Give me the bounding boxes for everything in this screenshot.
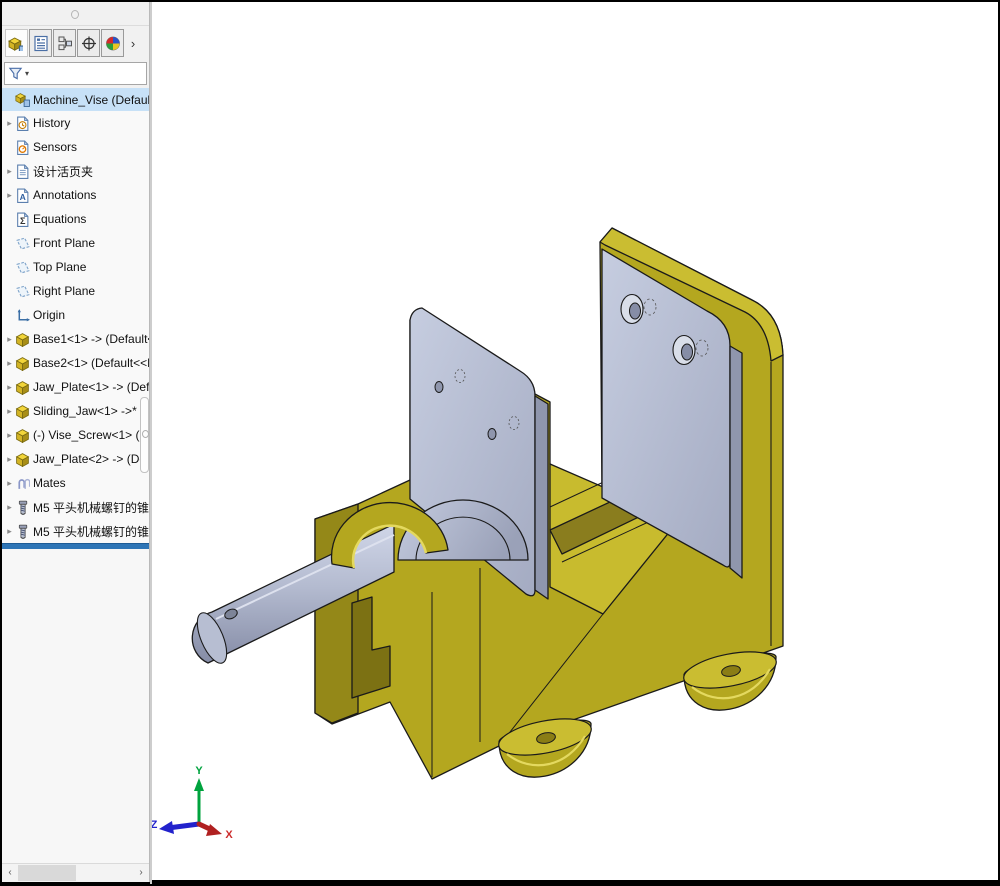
expand-tabs-button[interactable]: › <box>125 29 141 57</box>
tree-item-mates[interactable]: ▸Mates <box>2 471 149 495</box>
sensors-icon <box>15 140 30 155</box>
sidebar-splitter[interactable] <box>150 2 152 884</box>
tree-item-top-plane[interactable]: Top Plane <box>2 255 149 279</box>
tree-item-jaw-plate-2[interactable]: ▸Jaw_Plate<2> -> (Defaul <box>2 447 149 471</box>
scroll-left-button[interactable]: ‹ <box>2 864 18 882</box>
tree-item-design-binder[interactable]: ▸设计活页夹 <box>2 159 149 183</box>
panel-grip-dot[interactable] <box>71 10 79 19</box>
tree-vertical-scrollbar[interactable] <box>140 397 149 473</box>
filter-caret-icon[interactable]: ▾ <box>25 69 29 78</box>
design-binder-icon <box>15 164 30 179</box>
hole-wizard-icon <box>15 524 30 539</box>
scrollbar-knob[interactable] <box>142 430 149 438</box>
part-icon <box>15 404 30 419</box>
tree-item-base1[interactable]: ▸Base1<1> -> (Default<< <box>2 327 149 351</box>
tab-property-manager[interactable] <box>29 29 52 57</box>
feature-manager-panel: › ▾ Machine_Vise (Default<Def ▸History S… <box>2 2 150 882</box>
filter-funnel-icon <box>8 66 23 81</box>
plane-icon <box>15 236 30 251</box>
part-icon <box>15 428 30 443</box>
property-manager-icon <box>33 35 49 52</box>
triad-x-label: X <box>225 829 233 841</box>
configuration-manager-icon <box>57 35 73 52</box>
plane-icon <box>15 284 30 299</box>
scroll-right-button[interactable]: › <box>133 864 149 882</box>
display-manager-icon <box>105 35 121 52</box>
plane-icon <box>15 260 30 275</box>
orientation-triad: Y Z X <box>151 765 234 841</box>
annotations-icon <box>15 188 30 203</box>
tree-item-origin[interactable]: Origin <box>2 303 149 327</box>
tree-item-m5-countersink-2[interactable]: ▸M5 平头机械螺钉的锥形沉 <box>2 519 149 543</box>
mates-icon <box>15 476 30 491</box>
rollback-bar[interactable] <box>2 543 149 549</box>
part-icon <box>15 452 30 467</box>
part-icon <box>15 380 30 395</box>
feature-tree: Machine_Vise (Default<Def ▸History Senso… <box>2 88 149 549</box>
assembly-icon <box>15 92 30 107</box>
tree-item-sliding-jaw[interactable]: ▸Sliding_Jaw<1> ->* (Def <box>2 399 149 423</box>
tree-item-sensors[interactable]: Sensors <box>2 135 149 159</box>
solidworks-window: Y Z X › ▾ <box>0 0 1000 886</box>
expand-tabs-chevron: › <box>131 36 135 51</box>
tree-item-equations[interactable]: Equations <box>2 207 149 231</box>
part-tree-icon <box>8 36 23 51</box>
dimxpert-manager-icon <box>81 35 97 52</box>
filter-row: ▾ <box>2 60 149 88</box>
tree-horizontal-scrollbar[interactable]: ‹ › <box>2 863 149 882</box>
panel-top-strip <box>2 2 149 26</box>
tree-filter-input[interactable]: ▾ <box>4 62 147 85</box>
history-icon <box>15 116 30 131</box>
tree-item-vise-screw[interactable]: ▸(-) Vise_Screw<1> (Defau <box>2 423 149 447</box>
triad-y-label: Y <box>195 765 203 777</box>
manager-tab-bar: › <box>2 26 149 60</box>
origin-icon <box>15 308 30 323</box>
part-icon <box>15 356 30 371</box>
hole-wizard-icon <box>15 500 30 515</box>
tree-item-jaw-plate-1[interactable]: ▸Jaw_Plate<1> -> (Defaul <box>2 375 149 399</box>
tree-item-right-plane[interactable]: Right Plane <box>2 279 149 303</box>
tab-configuration-manager[interactable] <box>53 29 76 57</box>
tab-dimxpert-manager[interactable] <box>77 29 100 57</box>
tree-item-annotations[interactable]: ▸Annotations <box>2 183 149 207</box>
tree-item-base2[interactable]: ▸Base2<1> (Default<<Def <box>2 351 149 375</box>
tab-display-manager[interactable] <box>101 29 124 57</box>
tree-root-machine-vise[interactable]: Machine_Vise (Default<Def <box>2 88 149 111</box>
machine-vise-model[interactable] <box>191 228 783 779</box>
equations-icon <box>15 212 30 227</box>
tree-item-front-plane[interactable]: Front Plane <box>2 231 149 255</box>
scrollbar-thumb[interactable] <box>18 865 76 881</box>
part-icon <box>15 332 30 347</box>
tree-item-history[interactable]: ▸History <box>2 111 149 135</box>
tree-item-m5-countersink-1[interactable]: ▸M5 平头机械螺钉的锥形沉 <box>2 495 149 519</box>
tree-root-label: Machine_Vise (Default<Def <box>33 93 149 107</box>
tab-featuremanager-tree[interactable] <box>5 29 28 57</box>
